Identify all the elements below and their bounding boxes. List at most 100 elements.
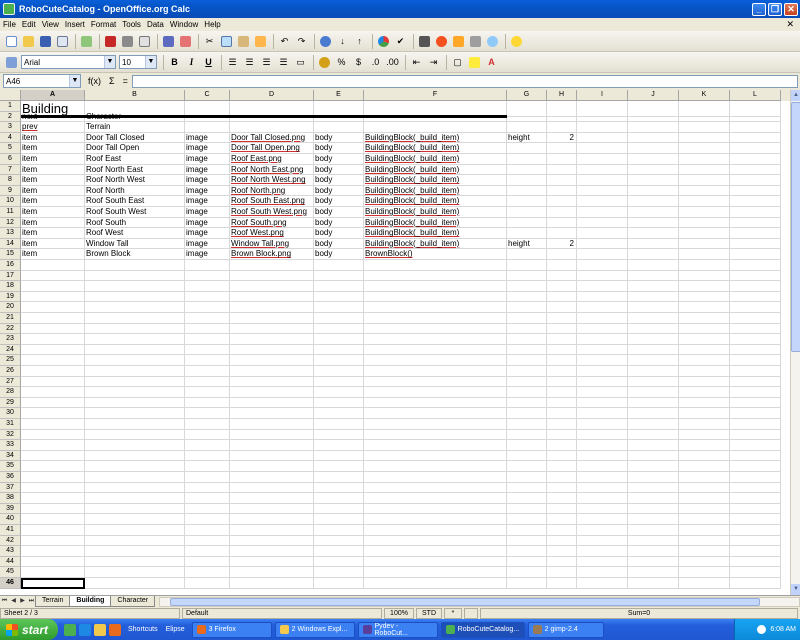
cell-a44[interactable] <box>21 556 85 568</box>
cell-c20[interactable] <box>185 302 230 313</box>
cell-b23[interactable] <box>85 334 185 345</box>
selection-mode[interactable]: STD <box>416 607 442 619</box>
cell-k39[interactable] <box>679 503 730 515</box>
column-header-i[interactable]: I <box>577 90 628 101</box>
cell-h26[interactable] <box>547 366 577 377</box>
explorer-icon[interactable] <box>94 623 106 636</box>
close-button[interactable]: ✕ <box>784 2 798 16</box>
cell-f14[interactable]: BuildingBlock(_build_item) <box>364 238 507 250</box>
cell-f35[interactable] <box>364 461 507 472</box>
autospellcheck-icon[interactable] <box>178 34 193 49</box>
cell-j4[interactable] <box>628 132 679 144</box>
cell-g3[interactable] <box>507 122 547 133</box>
column-header-f[interactable]: F <box>364 90 507 101</box>
row-header[interactable]: 26 <box>0 366 21 377</box>
cell-f19[interactable] <box>364 291 507 303</box>
cell-d18[interactable] <box>230 281 314 292</box>
cell-i6[interactable] <box>577 154 628 165</box>
cell-i35[interactable] <box>577 461 628 472</box>
cell-g2[interactable] <box>507 111 547 123</box>
cell-g30[interactable] <box>507 408 547 419</box>
cell-h22[interactable] <box>547 323 577 335</box>
cell-l20[interactable] <box>730 302 781 313</box>
align-left-icon[interactable]: ☰ <box>225 55 240 70</box>
cell-j26[interactable] <box>628 366 679 377</box>
column-header-h[interactable]: H <box>547 90 577 101</box>
cell-l6[interactable] <box>730 154 781 165</box>
cell-l42[interactable] <box>730 535 781 547</box>
cell-d13[interactable]: Roof West.png <box>230 228 314 239</box>
cell-b28[interactable] <box>85 387 185 398</box>
cell-g45[interactable] <box>507 567 547 578</box>
cell-f7[interactable]: BuildingBlock(_build_item) <box>364 164 507 176</box>
name-box[interactable]: A46 ▼ <box>3 74 81 88</box>
column-header-c[interactable]: C <box>185 90 230 101</box>
row-header[interactable]: 2 <box>0 111 21 123</box>
cell-j11[interactable] <box>628 207 679 218</box>
cell-g18[interactable] <box>507 281 547 292</box>
cell-e21[interactable] <box>314 313 364 324</box>
cell-d36[interactable] <box>230 472 314 483</box>
undo-icon[interactable]: ↶ <box>277 34 292 49</box>
cell-h21[interactable] <box>547 313 577 324</box>
cell-f30[interactable] <box>364 408 507 419</box>
cell-c29[interactable] <box>185 397 230 409</box>
column-header-d[interactable]: D <box>230 90 314 101</box>
cell-f34[interactable] <box>364 450 507 462</box>
function-wizard-icon[interactable]: f(x) <box>88 76 101 86</box>
bold-button[interactable]: B <box>167 55 182 70</box>
sheet-tab-terrain[interactable]: Terrain <box>35 596 71 607</box>
cell-k31[interactable] <box>679 419 730 430</box>
cell-c5[interactable]: image <box>185 143 230 154</box>
cell-h31[interactable] <box>547 419 577 430</box>
cell-b5[interactable]: Door Tall Open <box>85 143 185 154</box>
cell-f23[interactable] <box>364 334 507 345</box>
cell-g34[interactable] <box>507 450 547 462</box>
cell-f26[interactable] <box>364 366 507 377</box>
cell-i20[interactable] <box>577 302 628 313</box>
cell-k8[interactable] <box>679 175 730 186</box>
cell-l37[interactable] <box>730 482 781 494</box>
column-header-g[interactable]: G <box>507 90 547 101</box>
cell-g31[interactable] <box>507 419 547 430</box>
cell-f16[interactable] <box>364 260 507 271</box>
row-header[interactable]: 12 <box>0 217 21 229</box>
sum-icon[interactable]: Σ <box>109 76 115 86</box>
cell-c34[interactable] <box>185 450 230 462</box>
cell-g8[interactable] <box>507 175 547 186</box>
cell-d8[interactable]: Roof North West.png <box>230 175 314 186</box>
cell-d39[interactable] <box>230 503 314 515</box>
cell-c40[interactable] <box>185 514 230 525</box>
cell-f39[interactable] <box>364 503 507 515</box>
row-header[interactable]: 33 <box>0 440 21 451</box>
cell-l44[interactable] <box>730 556 781 568</box>
cell-k30[interactable] <box>679 408 730 419</box>
cell-f12[interactable]: BuildingBlock(_build_item) <box>364 217 507 229</box>
vertical-scrollbar[interactable]: ▲ ▼ <box>790 90 800 595</box>
cell-f15[interactable]: BrownBlock() <box>364 249 507 260</box>
cell-j12[interactable] <box>628 217 679 229</box>
cell-d28[interactable] <box>230 387 314 398</box>
cell-i18[interactable] <box>577 281 628 292</box>
cell-d37[interactable] <box>230 482 314 494</box>
row-header[interactable]: 23 <box>0 334 21 345</box>
cell-d27[interactable] <box>230 376 314 388</box>
cell-j28[interactable] <box>628 387 679 398</box>
cell-c7[interactable]: image <box>185 164 230 176</box>
justify-icon[interactable]: ☰ <box>276 55 291 70</box>
cell-j14[interactable] <box>628 238 679 250</box>
hyperlink-icon[interactable] <box>318 34 333 49</box>
cell-c45[interactable] <box>185 567 230 578</box>
cell-d5[interactable]: Door Tall Open.png <box>230 143 314 154</box>
cell-l14[interactable] <box>730 238 781 250</box>
align-right-icon[interactable]: ☰ <box>259 55 274 70</box>
cell-i26[interactable] <box>577 366 628 377</box>
cell-l8[interactable] <box>730 175 781 186</box>
cell-f5[interactable]: BuildingBlock(_build_item) <box>364 143 507 154</box>
cell-g11[interactable] <box>507 207 547 218</box>
cell-g7[interactable] <box>507 164 547 176</box>
cell-j37[interactable] <box>628 482 679 494</box>
network-icon[interactable] <box>757 625 767 634</box>
cell-d32[interactable] <box>230 429 314 441</box>
cell-k18[interactable] <box>679 281 730 292</box>
